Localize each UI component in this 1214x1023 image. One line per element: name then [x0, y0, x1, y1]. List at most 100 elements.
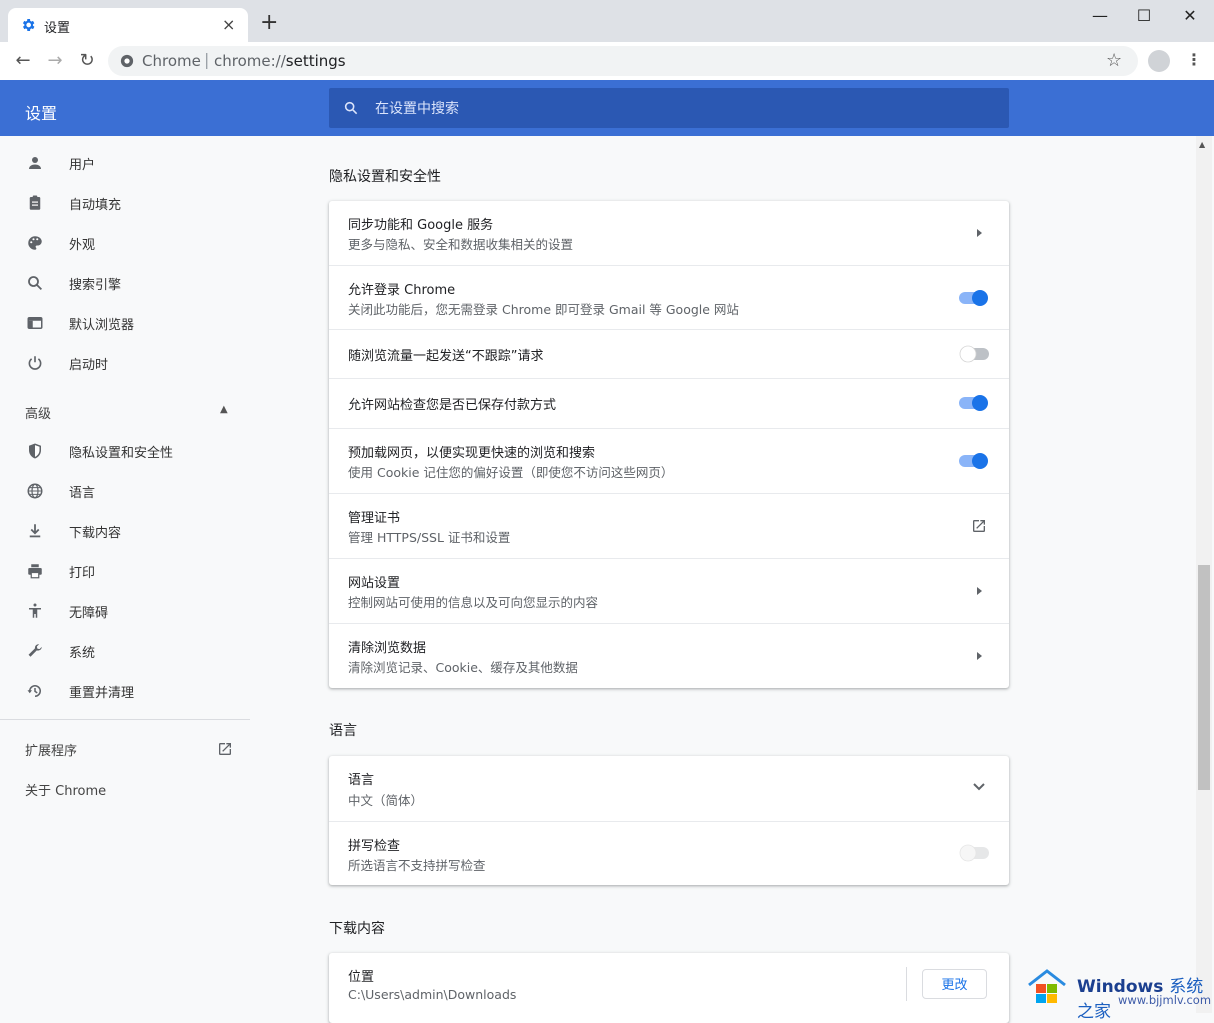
- accessibility-icon: [29, 603, 41, 618]
- row-subtitle: 管理 HTTPS/SSL 证书和设置: [348, 530, 511, 545]
- address-bar[interactable]: Chrome | chrome://settings ☆: [108, 46, 1138, 76]
- arrow-right-icon: [977, 587, 982, 595]
- sidebar-item-label: 启动时: [69, 358, 109, 373]
- row-do-not-track[interactable]: 随浏览流量一起发送“不跟踪”请求: [329, 329, 1009, 378]
- open-in-new-icon[interactable]: [971, 518, 987, 534]
- change-location-button[interactable]: 更改: [922, 969, 987, 999]
- sidebar-divider: [0, 719, 250, 720]
- menu-icon[interactable]: ⋮: [1186, 50, 1202, 69]
- vertical-divider: [906, 967, 907, 1001]
- row-subtitle: 关闭此功能后，您无需登录 Chrome 即可登录 Gmail 等 Google …: [348, 302, 739, 317]
- advanced-toggle[interactable]: 高级: [25, 403, 51, 422]
- sidebar-item-label: 打印: [69, 566, 96, 581]
- sidebar-item-label: 默认浏览器: [69, 318, 135, 333]
- download-path: C:\Users\admin\Downloads: [348, 987, 517, 1002]
- sidebar-item-languages[interactable]: 语言: [0, 471, 250, 511]
- palette-icon: [28, 236, 42, 250]
- sidebar-item-system[interactable]: 系统: [0, 631, 250, 671]
- row-clear-browsing-data[interactable]: 清除浏览数据 清除浏览记录、Cookie、缓存及其他数据: [329, 623, 1009, 688]
- search-input[interactable]: [373, 98, 977, 120]
- scroll-up-arrow-icon[interactable]: ▲: [1199, 140, 1205, 149]
- row-language[interactable]: 语言 中文（简体）: [329, 756, 1009, 820]
- row-site-settings[interactable]: 网站设置 控制网站可使用的信息以及可向您显示的内容: [329, 558, 1009, 623]
- sidebar-item-downloads[interactable]: 下载内容: [0, 511, 250, 551]
- row-title: 管理证书: [348, 511, 401, 526]
- omnibox-site: Chrome: [142, 52, 201, 70]
- sidebar-item-privacy[interactable]: 隐私设置和安全性: [0, 431, 250, 471]
- caret-up-icon[interactable]: ▲: [220, 404, 228, 415]
- window-close-button[interactable]: ✕: [1170, 6, 1210, 26]
- row-allow-signin[interactable]: 允许登录 Chrome 关闭此功能后，您无需登录 Chrome 即可登录 Gma…: [329, 265, 1009, 330]
- sidebar-item-label: 隐私设置和安全性: [69, 446, 174, 461]
- row-subtitle: 所选语言不支持拼写检查: [348, 858, 486, 873]
- row-manage-certificates[interactable]: 管理证书 管理 HTTPS/SSL 证书和设置: [329, 493, 1009, 558]
- sidebar-item-label: 系统: [69, 646, 96, 661]
- sidebar-item-search-engine[interactable]: 搜索引擎: [0, 263, 250, 303]
- windows-logo-icon: [1028, 969, 1066, 1003]
- back-icon[interactable]: ←: [12, 50, 34, 72]
- sidebar-item-accessibility[interactable]: 无障碍: [0, 591, 250, 631]
- tab-title: 设置: [44, 21, 71, 36]
- row-title: 语言: [348, 773, 375, 788]
- toggle-on[interactable]: [958, 288, 990, 308]
- sidebar-item-on-startup[interactable]: 启动时: [0, 343, 250, 383]
- search-icon: [28, 276, 43, 291]
- row-preload-pages[interactable]: 预加载网页，以便实现更快速的浏览和搜索 使用 Cookie 记住您的偏好设置（即…: [329, 428, 1009, 493]
- row-title: 清除浏览数据: [348, 641, 427, 656]
- row-title: 同步功能和 Google 服务: [348, 218, 494, 233]
- reload-icon[interactable]: ↻: [76, 50, 98, 72]
- omnibox-url: chrome://settings: [214, 52, 346, 70]
- sidebar-item-about[interactable]: 关于 Chrome: [25, 780, 106, 799]
- sidebar-item-default-browser[interactable]: 默认浏览器: [0, 303, 250, 343]
- sidebar-item-label: 重置并清理: [69, 686, 135, 701]
- page-title: 设置: [25, 104, 58, 123]
- row-subtitle: 控制网站可使用的信息以及可向您显示的内容: [348, 595, 599, 610]
- close-tab-icon[interactable]: ×: [222, 15, 235, 34]
- row-download-location: 位置 C:\Users\admin\Downloads 更改: [329, 953, 1009, 1017]
- new-tab-button[interactable]: +: [260, 12, 278, 34]
- sidebar-item-printing[interactable]: 打印: [0, 551, 250, 591]
- chevron-down-icon[interactable]: [972, 782, 986, 792]
- scrollbar-thumb[interactable]: [1198, 565, 1210, 790]
- power-icon: [28, 356, 42, 370]
- globe-icon: [27, 483, 43, 499]
- forward-icon[interactable]: →: [44, 50, 66, 72]
- toggle-on[interactable]: [958, 451, 990, 471]
- sidebar-item-autofill[interactable]: 自动填充: [0, 183, 250, 223]
- sidebar-item-label: 外观: [69, 238, 96, 253]
- toggle-off[interactable]: [958, 344, 990, 364]
- minimize-button[interactable]: —: [1080, 6, 1120, 26]
- sidebar-item-people[interactable]: 用户: [0, 143, 250, 183]
- toggle-on[interactable]: [958, 393, 990, 413]
- sidebar-item-label: 下载内容: [69, 526, 122, 541]
- profile-avatar[interactable]: [1148, 50, 1170, 72]
- row-sync-services[interactable]: 同步功能和 Google 服务 更多与隐私、安全和数据收集相关的设置: [329, 201, 1009, 265]
- row-payment-methods[interactable]: 允许网站检查您是否已保存付款方式: [329, 378, 1009, 427]
- sidebar-item-extensions[interactable]: 扩展程序: [25, 740, 77, 759]
- maximize-button[interactable]: ☐: [1124, 6, 1164, 26]
- sidebar-item-appearance[interactable]: 外观: [0, 223, 250, 263]
- omnibox-separator: |: [204, 50, 210, 69]
- row-title: 拼写检查: [348, 839, 401, 854]
- settings-search[interactable]: [329, 88, 1009, 128]
- download-icon: [29, 524, 41, 538]
- arrow-right-icon: [977, 652, 982, 660]
- arrow-right-icon: [977, 229, 982, 237]
- privacy-card: 同步功能和 Google 服务 更多与隐私、安全和数据收集相关的设置 允许登录 …: [329, 201, 1009, 688]
- row-title: 允许网站检查您是否已保存付款方式: [348, 398, 557, 413]
- toggle-disabled[interactable]: [958, 843, 990, 863]
- wrench-icon: [28, 644, 42, 657]
- tab-settings[interactable]: 设置 ×: [8, 8, 248, 42]
- printer-icon: [28, 564, 42, 579]
- row-spellcheck[interactable]: 拼写检查 所选语言不支持拼写检查: [329, 821, 1009, 886]
- open-in-new-icon[interactable]: [217, 741, 233, 757]
- row-title: 网站设置: [348, 576, 401, 591]
- sidebar-item-label: 语言: [69, 486, 96, 501]
- search-icon: [344, 101, 358, 115]
- url-prefix: chrome://: [214, 52, 286, 70]
- sidebar-item-reset[interactable]: 重置并清理: [0, 671, 250, 711]
- shield-icon: [29, 443, 41, 459]
- clipboard-icon: [29, 195, 41, 210]
- row-title: 位置: [348, 970, 375, 985]
- bookmark-star-icon[interactable]: ☆: [1106, 50, 1122, 71]
